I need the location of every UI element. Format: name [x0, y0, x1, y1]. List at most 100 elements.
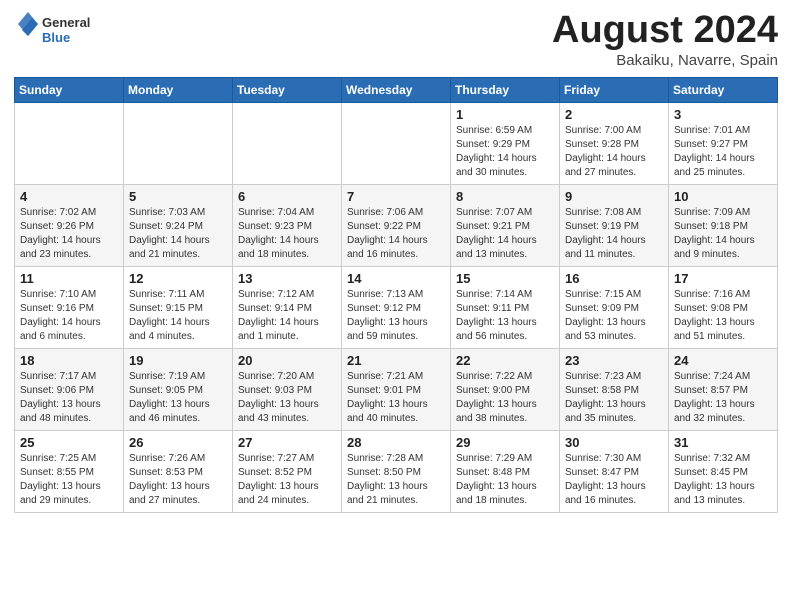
day-info: Sunrise: 7:27 AMSunset: 8:52 PMDaylight:…	[238, 452, 336, 508]
header-tuesday: Tuesday	[233, 77, 342, 102]
day-number: 16	[565, 271, 663, 286]
day-info: Sunrise: 7:32 AMSunset: 8:45 PMDaylight:…	[674, 452, 772, 508]
day-info: Sunrise: 7:01 AMSunset: 9:27 PMDaylight:…	[674, 124, 772, 180]
day-number: 18	[20, 353, 118, 368]
day-number: 10	[674, 189, 772, 204]
header-wednesday: Wednesday	[342, 77, 451, 102]
day-info: Sunrise: 7:28 AMSunset: 8:50 PMDaylight:…	[347, 452, 445, 508]
day-number: 7	[347, 189, 445, 204]
table-cell: 2 Sunrise: 7:00 AMSunset: 9:28 PMDaylight…	[560, 102, 669, 184]
table-cell: 5 Sunrise: 7:03 AMSunset: 9:24 PMDaylight…	[124, 184, 233, 266]
day-number: 25	[20, 435, 118, 450]
logo-svg: General Blue	[14, 10, 104, 50]
day-number: 26	[129, 435, 227, 450]
svg-text:General: General	[42, 15, 90, 30]
day-number: 5	[129, 189, 227, 204]
table-cell: 10 Sunrise: 7:09 AMSunset: 9:18 PMDayligh…	[669, 184, 778, 266]
table-cell: 30 Sunrise: 7:30 AMSunset: 8:47 PMDayligh…	[560, 430, 669, 512]
table-cell: 9Sunrise: 7:08 AMSunset: 9:19 PMDaylight…	[560, 184, 669, 266]
table-cell: 15Sunrise: 7:14 AMSunset: 9:11 PMDayligh…	[451, 266, 560, 348]
calendar-table: Sunday Monday Tuesday Wednesday Thursday…	[14, 77, 778, 513]
table-cell: 3 Sunrise: 7:01 AMSunset: 9:27 PMDaylight…	[669, 102, 778, 184]
week-row-5: 25 Sunrise: 7:25 AMSunset: 8:55 PMDayligh…	[15, 430, 778, 512]
svg-text:Blue: Blue	[42, 30, 70, 45]
day-number: 6	[238, 189, 336, 204]
day-info: Sunrise: 7:07 AMSunset: 9:21 PMDaylight:…	[456, 206, 554, 262]
day-info: Sunrise: 6:59 AMSunset: 9:29 PMDaylight:…	[456, 124, 554, 180]
day-number: 24	[674, 353, 772, 368]
day-number: 31	[674, 435, 772, 450]
table-cell: 28 Sunrise: 7:28 AMSunset: 8:50 PMDayligh…	[342, 430, 451, 512]
day-number: 30	[565, 435, 663, 450]
table-cell	[15, 102, 124, 184]
day-number: 15	[456, 271, 554, 286]
day-info: Sunrise: 7:12 AMSunset: 9:14 PMDaylight:…	[238, 288, 336, 344]
header-sunday: Sunday	[15, 77, 124, 102]
table-cell: 12 Sunrise: 7:11 AMSunset: 9:15 PMDayligh…	[124, 266, 233, 348]
day-info: Sunrise: 7:16 AMSunset: 9:08 PMDaylight:…	[674, 288, 772, 344]
table-cell: 11Sunrise: 7:10 AMSunset: 9:16 PMDayligh…	[15, 266, 124, 348]
day-number: 14	[347, 271, 445, 286]
day-number: 2	[565, 107, 663, 122]
table-cell: 19Sunrise: 7:19 AMSunset: 9:05 PMDayligh…	[124, 348, 233, 430]
table-cell: 7 Sunrise: 7:06 AMSunset: 9:22 PMDaylight…	[342, 184, 451, 266]
day-info: Sunrise: 7:22 AMSunset: 9:00 PMDaylight:…	[456, 370, 554, 426]
day-info: Sunrise: 7:17 AMSunset: 9:06 PMDaylight:…	[20, 370, 118, 426]
table-cell: 25 Sunrise: 7:25 AMSunset: 8:55 PMDayligh…	[15, 430, 124, 512]
day-number: 29	[456, 435, 554, 450]
table-cell: 31 Sunrise: 7:32 AMSunset: 8:45 PMDayligh…	[669, 430, 778, 512]
table-cell: 21 Sunrise: 7:21 AMSunset: 9:01 PMDayligh…	[342, 348, 451, 430]
week-row-3: 11Sunrise: 7:10 AMSunset: 9:16 PMDayligh…	[15, 266, 778, 348]
day-number: 11	[20, 271, 118, 286]
day-info: Sunrise: 7:24 AMSunset: 8:57 PMDaylight:…	[674, 370, 772, 426]
header-saturday: Saturday	[669, 77, 778, 102]
day-number: 19	[129, 353, 227, 368]
header-friday: Friday	[560, 77, 669, 102]
day-number: 20	[238, 353, 336, 368]
week-row-2: 4 Sunrise: 7:02 AMSunset: 9:26 PMDaylight…	[15, 184, 778, 266]
day-info: Sunrise: 7:21 AMSunset: 9:01 PMDaylight:…	[347, 370, 445, 426]
table-cell: 26 Sunrise: 7:26 AMSunset: 8:53 PMDayligh…	[124, 430, 233, 512]
day-number: 1	[456, 107, 554, 122]
day-number: 28	[347, 435, 445, 450]
table-cell: 23Sunrise: 7:23 AMSunset: 8:58 PMDayligh…	[560, 348, 669, 430]
day-number: 9	[565, 189, 663, 204]
header: General Blue August 2024 Bakaiku, Navarr…	[14, 10, 778, 69]
day-info: Sunrise: 7:09 AMSunset: 9:18 PMDaylight:…	[674, 206, 772, 262]
table-cell	[124, 102, 233, 184]
day-info: Sunrise: 7:30 AMSunset: 8:47 PMDaylight:…	[565, 452, 663, 508]
day-info: Sunrise: 7:03 AMSunset: 9:24 PMDaylight:…	[129, 206, 227, 262]
table-cell: 4 Sunrise: 7:02 AMSunset: 9:26 PMDaylight…	[15, 184, 124, 266]
day-info: Sunrise: 7:20 AMSunset: 9:03 PMDaylight:…	[238, 370, 336, 426]
header-thursday: Thursday	[451, 77, 560, 102]
title-block: August 2024 Bakaiku, Navarre, Spain	[552, 10, 778, 69]
day-info: Sunrise: 7:06 AMSunset: 9:22 PMDaylight:…	[347, 206, 445, 262]
day-info: Sunrise: 7:00 AMSunset: 9:28 PMDaylight:…	[565, 124, 663, 180]
day-info: Sunrise: 7:15 AMSunset: 9:09 PMDaylight:…	[565, 288, 663, 344]
table-cell: 6 Sunrise: 7:04 AMSunset: 9:23 PMDaylight…	[233, 184, 342, 266]
day-number: 17	[674, 271, 772, 286]
week-row-1: 1 Sunrise: 6:59 AMSunset: 9:29 PMDaylight…	[15, 102, 778, 184]
day-info: Sunrise: 7:26 AMSunset: 8:53 PMDaylight:…	[129, 452, 227, 508]
table-cell	[342, 102, 451, 184]
day-info: Sunrise: 7:25 AMSunset: 8:55 PMDaylight:…	[20, 452, 118, 508]
table-cell: 13 Sunrise: 7:12 AMSunset: 9:14 PMDayligh…	[233, 266, 342, 348]
day-number: 4	[20, 189, 118, 204]
table-cell: 1 Sunrise: 6:59 AMSunset: 9:29 PMDaylight…	[451, 102, 560, 184]
logo: General Blue	[14, 10, 104, 50]
table-cell: 24 Sunrise: 7:24 AMSunset: 8:57 PMDayligh…	[669, 348, 778, 430]
day-info: Sunrise: 7:04 AMSunset: 9:23 PMDaylight:…	[238, 206, 336, 262]
month-title: August 2024	[552, 10, 778, 52]
day-number: 22	[456, 353, 554, 368]
day-number: 8	[456, 189, 554, 204]
day-number: 3	[674, 107, 772, 122]
day-number: 12	[129, 271, 227, 286]
day-number: 27	[238, 435, 336, 450]
day-number: 13	[238, 271, 336, 286]
header-monday: Monday	[124, 77, 233, 102]
table-cell: 14Sunrise: 7:13 AMSunset: 9:12 PMDayligh…	[342, 266, 451, 348]
day-info: Sunrise: 7:11 AMSunset: 9:15 PMDaylight:…	[129, 288, 227, 344]
table-cell: 8 Sunrise: 7:07 AMSunset: 9:21 PMDaylight…	[451, 184, 560, 266]
day-number: 21	[347, 353, 445, 368]
day-info: Sunrise: 7:02 AMSunset: 9:26 PMDaylight:…	[20, 206, 118, 262]
